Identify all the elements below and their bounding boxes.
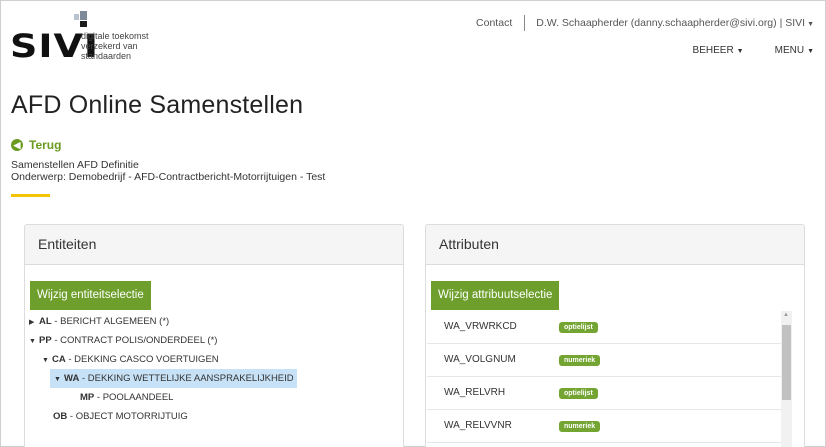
- attribute-name: WA_VRWRKCD: [444, 321, 517, 332]
- attribute-name: WA_VOLGNUM: [444, 354, 516, 365]
- entiteiten-panel-title: Entiteiten: [25, 225, 403, 265]
- nav-separator: [524, 15, 526, 31]
- menu-dropdown-label: MENU: [774, 45, 805, 56]
- tree-item-wa[interactable]: ▼ WA - DEKKING WETTELIJKE AANSPRAKELIJKHE…: [50, 369, 297, 388]
- page-subtitle: Samenstellen AFD Definitie Onderwerp: De…: [11, 159, 325, 183]
- entity-label: - BERICHT ALGEMEEN (*): [51, 316, 170, 327]
- tree-item-al[interactable]: ▶ AL - BERICHT ALGEMEEN (*): [29, 312, 297, 331]
- tree-item-ca[interactable]: ▼ CA - DEKKING CASCO VOERTUIGEN: [29, 350, 297, 369]
- attribute-type-badge: numeriek: [559, 421, 601, 432]
- menu-dropdown[interactable]: MENU ▼: [775, 45, 814, 56]
- entity-code: MP: [80, 392, 95, 403]
- attribute-type-badge: optielijst: [559, 322, 598, 333]
- main-menu: BEHEER ▼ MENU ▼: [693, 45, 814, 56]
- attribute-name: WA_RELVVNR: [444, 420, 512, 431]
- sivi-logo[interactable]: SIVI digitale toekomst verzekerd van sta…: [10, 11, 210, 71]
- entity-label: - DEKKING CASCO VOERTUIGEN: [65, 354, 219, 365]
- entity-code: WA: [64, 373, 80, 384]
- attributen-panel: Attributen Wijzig attribuutselectie WA_V…: [425, 224, 805, 447]
- attribute-row[interactable]: WA_VOLGNUM numeriek: [427, 344, 787, 377]
- entity-tree: ▶ AL - BERICHT ALGEMEEN (*) ▼ PP - CONTRAC…: [29, 312, 297, 426]
- attribute-scrollbar[interactable]: ▲: [781, 311, 792, 447]
- collapse-arrow-icon[interactable]: ▼: [54, 370, 64, 389]
- attribute-type-badge: optielijst: [559, 388, 598, 399]
- user-menu-label: D.W. Schaapherder (danny.schaapherder@si…: [536, 17, 806, 29]
- entity-label: - CONTRACT POLIS/ONDERDEEL (*): [51, 335, 218, 346]
- page-title: AFD Online Samenstellen: [11, 91, 304, 119]
- tree-item-pp[interactable]: ▼ PP - CONTRACT POLIS/ONDERDEEL (*): [29, 331, 297, 350]
- entity-label: - POOLAANDEEL: [94, 392, 174, 403]
- scrollbar-thumb[interactable]: [782, 325, 791, 400]
- tree-item-ob[interactable]: OB - OBJECT MOTORRIJTUIG: [29, 407, 297, 426]
- subtitle-line: Samenstellen AFD Definitie: [11, 159, 139, 171]
- attributen-panel-title: Attributen: [426, 225, 804, 265]
- collapse-arrow-icon[interactable]: ▼: [29, 332, 39, 351]
- scroll-up-icon[interactable]: ▲: [783, 312, 789, 318]
- subject-line: Onderwerp: Demobedrijf - AFD-Contractber…: [11, 171, 326, 183]
- logo-squares: [74, 11, 92, 27]
- tree-item-mp[interactable]: MP - POOLAANDEEL: [29, 388, 297, 407]
- user-menu[interactable]: D.W. Schaapherder (danny.schaapherder@si…: [536, 17, 814, 29]
- wijzig-attribuutselectie-button[interactable]: Wijzig attribuutselectie: [431, 281, 560, 310]
- back-link[interactable]: ◀ Terug: [11, 138, 61, 152]
- entity-code: OB: [53, 411, 68, 422]
- entity-code: AL: [39, 316, 52, 327]
- collapse-arrow-icon[interactable]: ▼: [42, 351, 52, 370]
- arrow-left-circle-icon: ◀: [11, 139, 23, 151]
- top-navigation: Contact D.W. Schaapherder (danny.schaaph…: [476, 15, 814, 31]
- wijzig-entiteitselectie-button[interactable]: Wijzig entiteitselectie: [30, 281, 151, 310]
- entity-code: PP: [39, 335, 52, 346]
- attribute-row[interactable]: WA_VRWRKCD optielijst: [427, 311, 787, 344]
- beheer-menu[interactable]: BEHEER ▼: [693, 45, 744, 56]
- caret-down-icon: ▼: [736, 48, 744, 55]
- logo-tagline: digitale toekomst verzekerd van standaar…: [81, 31, 149, 61]
- caret-down-icon: ▼: [807, 21, 814, 28]
- expand-arrow-icon[interactable]: ▶: [29, 313, 39, 332]
- attribute-type-badge: numeriek: [559, 355, 601, 366]
- attribute-name: WA_RELVRH: [444, 387, 506, 398]
- back-link-label: Terug: [29, 138, 62, 152]
- entity-label: - OBJECT MOTORRIJTUIG: [67, 411, 188, 422]
- attribute-list: WA_VRWRKCD optielijst WA_VOLGNUM numerie…: [427, 311, 787, 443]
- entity-label: - DEKKING WETTELIJKE AANSPRAKELIJKHEID: [79, 373, 294, 384]
- accent-divider: [11, 194, 50, 197]
- contact-link[interactable]: Contact: [476, 17, 512, 29]
- attribute-row[interactable]: WA_RELVVNR numeriek: [427, 410, 787, 443]
- beheer-menu-label: BEHEER: [692, 45, 734, 56]
- entity-code: CA: [52, 354, 66, 365]
- entiteiten-panel: Entiteiten Wijzig entiteitselectie ▶ AL -…: [24, 224, 404, 447]
- attribute-row[interactable]: WA_RELVRH optielijst: [427, 377, 787, 410]
- caret-down-icon: ▼: [807, 48, 814, 55]
